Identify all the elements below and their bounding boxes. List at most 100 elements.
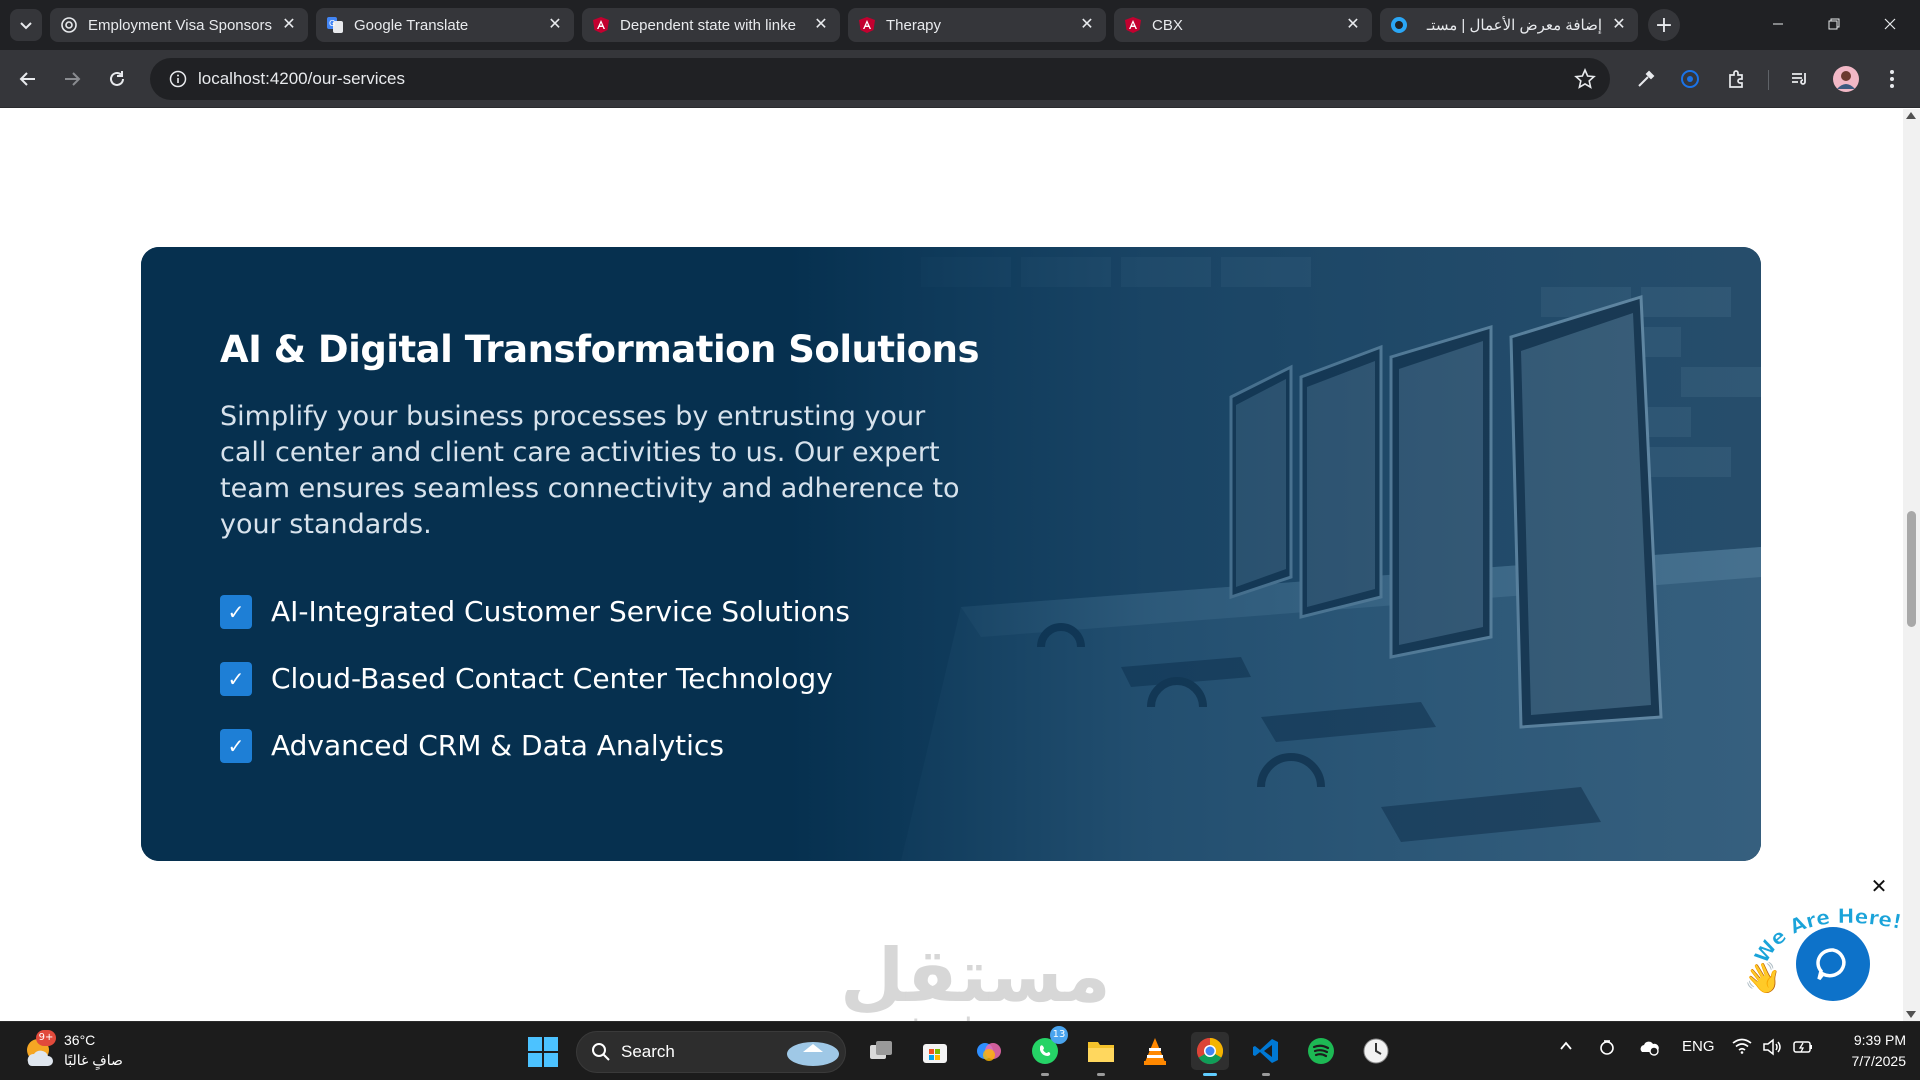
battery-icon[interactable] xyxy=(1792,1038,1814,1060)
clock-app-icon[interactable] xyxy=(1357,1032,1395,1070)
clock-time: 9:39 PM xyxy=(1853,1032,1906,1048)
feature-label: AI-Integrated Customer Service Solutions xyxy=(271,595,850,628)
whatsapp-icon[interactable]: 13 xyxy=(1026,1026,1068,1076)
vscode-icon[interactable] xyxy=(1247,1032,1285,1076)
tab-title: إضافة معرض الأعمال | مستـ xyxy=(1426,17,1602,34)
media-control-icon[interactable] xyxy=(1784,63,1816,95)
weather-widget[interactable]: 9+ 36°C صافٍ غالبًا xyxy=(20,1030,140,1074)
tab-cbx[interactable]: CBX ✕ xyxy=(1114,8,1372,42)
browser-toolbar: localhost:4200/our-services xyxy=(0,50,1920,108)
page-scrollbar[interactable] xyxy=(1903,109,1920,1021)
card-title: AI & Digital Transformation Solutions xyxy=(220,328,980,371)
angular-icon xyxy=(592,16,610,34)
arrow-left-icon xyxy=(19,72,35,86)
tab-title: CBX xyxy=(1152,16,1183,34)
arrow-right-icon xyxy=(65,72,81,86)
windows-logo-icon xyxy=(528,1037,558,1067)
sync-status-icon[interactable] xyxy=(1598,1038,1616,1060)
waving-hand-icon: 👋 xyxy=(1744,961,1782,996)
close-icon xyxy=(1884,18,1896,30)
angular-icon xyxy=(1124,16,1142,34)
restore-button[interactable] xyxy=(1806,0,1862,48)
copilot-icon[interactable] xyxy=(970,1032,1008,1070)
start-button[interactable] xyxy=(526,1035,560,1069)
search-highlight-icon xyxy=(787,1042,839,1066)
tray-overflow-chevron-icon[interactable] xyxy=(1558,1038,1574,1058)
task-view-icon[interactable] xyxy=(862,1032,900,1070)
scroll-up-arrow[interactable] xyxy=(1906,112,1916,119)
extensions-puzzle-icon[interactable] xyxy=(1720,63,1752,95)
card-content: AI & Digital Transformation Solutions Si… xyxy=(220,327,980,792)
whatsapp-badge: 13 xyxy=(1050,1026,1068,1044)
profile-avatar[interactable] xyxy=(1830,63,1862,95)
chrome-icon[interactable] xyxy=(1191,1032,1229,1076)
volume-icon[interactable] xyxy=(1762,1038,1782,1060)
weather-badge: 9+ xyxy=(36,1030,56,1046)
chat-bubble-icon xyxy=(1816,948,1846,981)
onedrive-icon[interactable] xyxy=(1638,1038,1660,1060)
microsoft-store-icon[interactable] xyxy=(916,1032,954,1070)
bookmark-star-icon[interactable] xyxy=(1574,67,1596,94)
checkmark-icon: ✓ xyxy=(220,662,252,696)
search-icon xyxy=(592,1043,610,1061)
angular-icon xyxy=(858,16,876,34)
minimize-icon xyxy=(1773,23,1783,25)
restore-icon xyxy=(1828,18,1840,30)
url-text[interactable]: localhost:4200/our-services xyxy=(198,69,405,89)
tab-mostaql[interactable]: إضافة معرض الأعمال | مستـ ✕ xyxy=(1380,8,1638,42)
close-icon[interactable]: ✕ xyxy=(1078,16,1096,34)
tab-therapy[interactable]: Therapy ✕ xyxy=(848,8,1106,42)
reload-button[interactable] xyxy=(101,63,133,95)
forward-button[interactable] xyxy=(56,63,88,95)
tab-title: Google Translate xyxy=(354,16,469,34)
chat-widget: ✕ We Are Here! 👋 xyxy=(1744,875,1903,1015)
close-icon[interactable]: ✕ xyxy=(1610,16,1628,34)
language-indicator[interactable]: ENG xyxy=(1682,1038,1715,1055)
feature-label: Cloud-Based Contact Center Technology xyxy=(271,662,833,695)
service-card: AI & Digital Transformation Solutions Si… xyxy=(141,247,1761,861)
tab-title: Employment Visa Sponsors xyxy=(88,16,272,34)
vpn-extension-icon[interactable] xyxy=(1674,63,1706,95)
tab-title: Therapy xyxy=(886,16,942,34)
chat-open-button[interactable] xyxy=(1796,927,1870,1001)
eyedropper-extension-icon[interactable] xyxy=(1630,63,1662,95)
scrollbar-thumb[interactable] xyxy=(1907,511,1916,627)
watermark-arabic: مستقل xyxy=(840,933,1111,1019)
menu-kebab-icon[interactable] xyxy=(1876,63,1908,95)
tab-search-button[interactable] xyxy=(10,9,42,41)
scroll-down-arrow[interactable] xyxy=(1906,1011,1916,1018)
new-tab-button[interactable]: + xyxy=(1648,9,1680,41)
chevron-down-icon xyxy=(20,22,32,30)
feature-item: ✓ AI-Integrated Customer Service Solutio… xyxy=(220,591,980,633)
tab-dependent-state[interactable]: Dependent state with linke ✕ xyxy=(582,8,840,42)
address-bar[interactable]: localhost:4200/our-services xyxy=(150,58,1610,100)
close-icon[interactable]: ✕ xyxy=(812,16,830,34)
wifi-icon[interactable] xyxy=(1732,1038,1752,1058)
svg-text:G: G xyxy=(329,19,335,28)
taskbar: 9+ 36°C صافٍ غالبًا Search 13 ENG 9:39 P… xyxy=(0,1021,1920,1080)
feature-item: ✓ Cloud-Based Contact Center Technology xyxy=(220,658,980,700)
chat-close-button[interactable]: ✕ xyxy=(1868,875,1890,897)
toolbar-separator xyxy=(1768,70,1769,90)
close-icon[interactable]: ✕ xyxy=(280,16,298,34)
close-icon[interactable]: ✕ xyxy=(546,16,564,34)
feature-list: ✓ AI-Integrated Customer Service Solutio… xyxy=(220,591,980,767)
close-icon[interactable]: ✕ xyxy=(1344,16,1362,34)
info-icon[interactable] xyxy=(158,58,198,100)
spotify-icon[interactable] xyxy=(1302,1032,1340,1070)
close-window-button[interactable] xyxy=(1862,0,1918,48)
minimize-button[interactable] xyxy=(1750,0,1806,48)
card-description: Simplify your business processes by entr… xyxy=(220,401,960,540)
tab-google-translate[interactable]: G Google Translate ✕ xyxy=(316,8,574,42)
vlc-icon[interactable] xyxy=(1136,1032,1174,1070)
clock-date: 7/7/2025 xyxy=(1851,1053,1907,1069)
globe-icon xyxy=(60,16,78,34)
tab-employment-visa[interactable]: Employment Visa Sponsors ✕ xyxy=(50,8,308,42)
page-viewport: AI & Digital Transformation Solutions Si… xyxy=(0,109,1903,1021)
taskbar-search[interactable]: Search xyxy=(576,1031,846,1073)
back-button[interactable] xyxy=(12,63,44,95)
system-clock[interactable]: 9:39 PM 7/7/2025 xyxy=(1826,1030,1907,1072)
translate-icon: G xyxy=(326,16,344,34)
weather-temp: 36°C xyxy=(64,1032,96,1048)
file-explorer-icon[interactable] xyxy=(1082,1032,1120,1076)
